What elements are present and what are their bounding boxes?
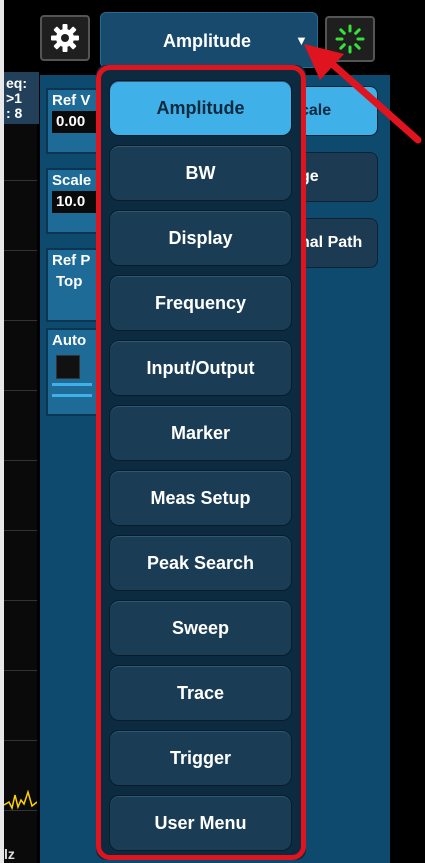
range-tab-button[interactable]: ge xyxy=(295,152,378,202)
gear-icon xyxy=(51,24,79,52)
trace-signal xyxy=(4,789,37,811)
highlight-outline xyxy=(96,65,306,860)
trace-display xyxy=(4,120,37,863)
menu-select[interactable]: Amplitude ▼ xyxy=(100,12,318,68)
annotation-arrow-icon xyxy=(304,44,422,144)
settings-button[interactable] xyxy=(40,15,90,61)
signal-path-tab-button[interactable]: nal Path xyxy=(295,218,378,268)
readout-line-2: >1 xyxy=(6,90,22,106)
readout-line-3: : 8 xyxy=(6,105,23,121)
auto-indicator xyxy=(52,383,92,397)
menu-select-label: Amplitude xyxy=(163,31,251,51)
readout-line-1: eq: xyxy=(6,75,27,91)
frequency-readout: eq: >1 : 8 xyxy=(4,72,39,124)
auto-toggle[interactable] xyxy=(56,355,80,379)
frequency-unit-label: lz xyxy=(4,846,15,862)
